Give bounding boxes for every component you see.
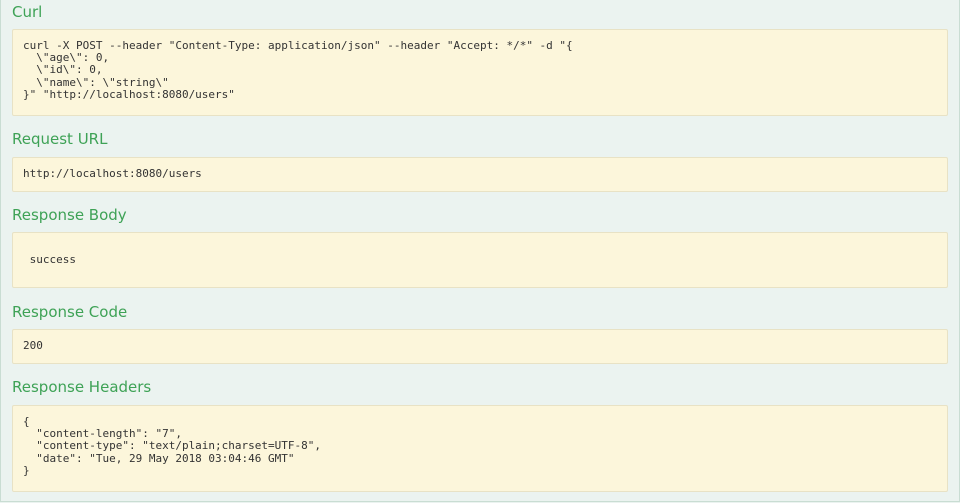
- curl-command-text: curl -X POST --header "Content-Type: app…: [23, 39, 573, 101]
- response-code-heading: Response Code: [12, 303, 128, 321]
- curl-command-block[interactable]: curl -X POST --header "Content-Type: app…: [12, 29, 948, 116]
- response-headers-text: { "content-length": "7", "content-type":…: [23, 415, 322, 477]
- response-body-text: success: [23, 253, 76, 266]
- curl-heading: Curl: [12, 3, 43, 21]
- response-code-text: 200: [23, 339, 43, 352]
- response-headers-heading: Response Headers: [12, 378, 152, 396]
- response-headers-block[interactable]: { "content-length": "7", "content-type":…: [12, 405, 948, 492]
- request-url-text: http://localhost:8080/users: [23, 167, 202, 180]
- response-body-heading: Response Body: [12, 206, 127, 224]
- response-panel: Curl curl -X POST --header "Content-Type…: [0, 0, 960, 502]
- request-url-heading: Request URL: [12, 130, 108, 148]
- request-url-block[interactable]: http://localhost:8080/users: [12, 157, 948, 192]
- response-body-block[interactable]: success: [12, 232, 948, 288]
- response-code-block[interactable]: 200: [12, 329, 948, 364]
